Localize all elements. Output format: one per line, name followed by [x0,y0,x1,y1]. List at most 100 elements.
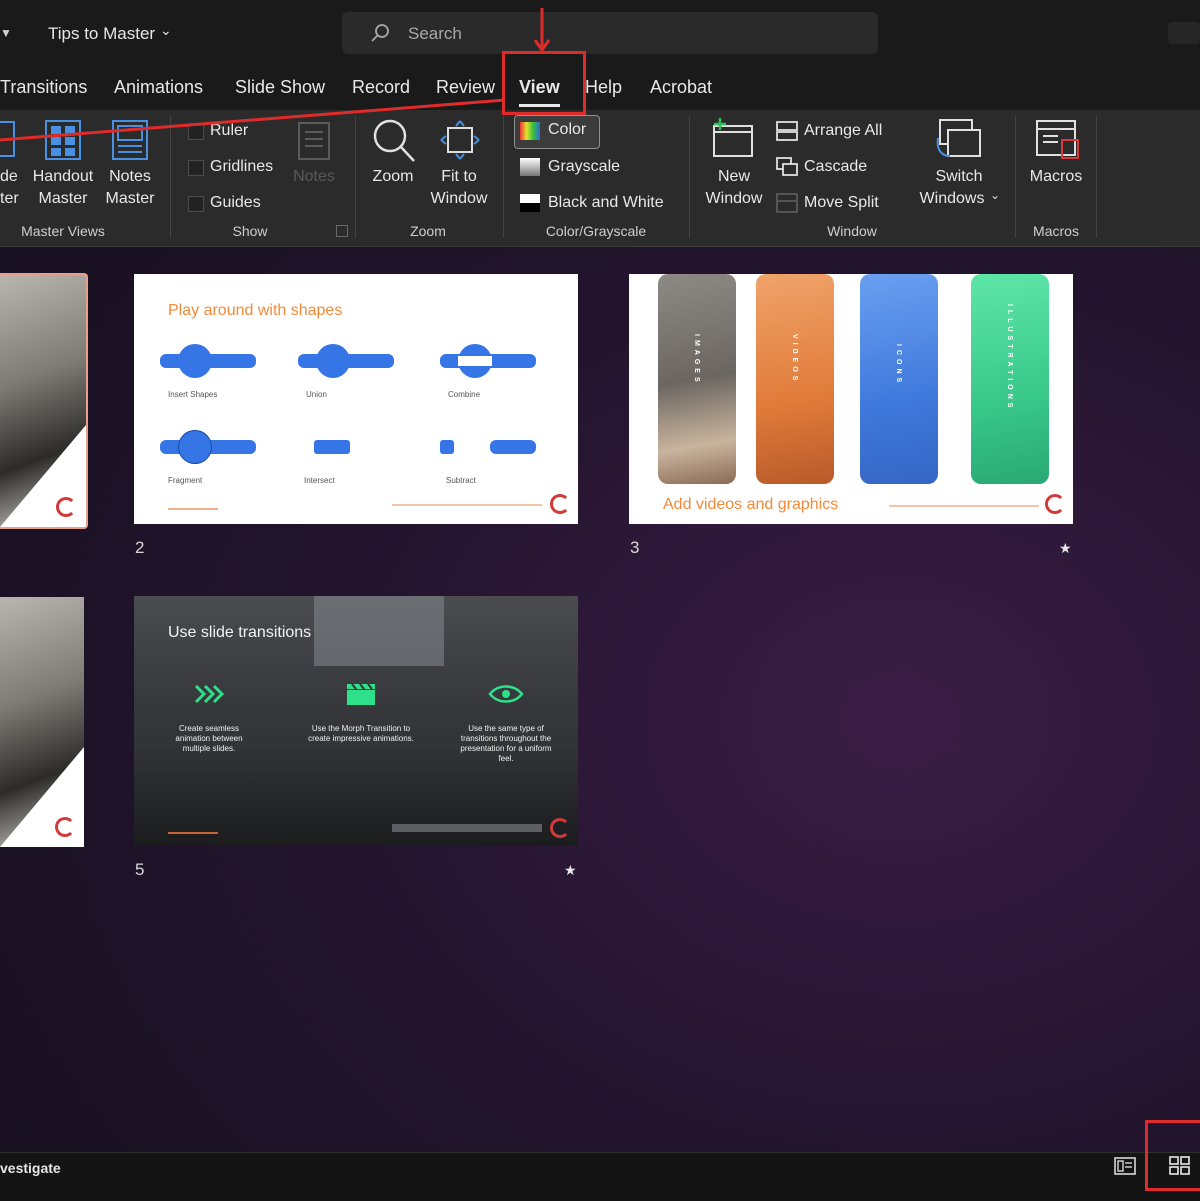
zoom-label: Zoom [372,168,414,185]
black-white-swatch-icon[interactable] [520,194,540,212]
guides-checkbox[interactable] [188,196,204,212]
logo-icon [1045,494,1065,514]
cascade-icon[interactable] [776,157,798,177]
grayscale-label[interactable]: Grayscale [548,158,620,176]
transition-item-text: Use the Morph Transition to create impre… [308,724,414,743]
document-title[interactable]: Tips to Master [48,24,155,44]
show-dialog-launcher-icon[interactable] [336,225,348,237]
strip-label: IMAGES [693,334,700,386]
slide-title: Add videos and graphics [663,496,839,513]
fit-to-window-label-1: Fit to [441,168,477,185]
guides-label: Guides [210,194,261,211]
group-separator [1015,116,1016,238]
logo-icon [550,818,570,838]
tab-review[interactable]: Review [436,77,495,98]
strip-label: VIDEOS [791,334,798,385]
group-label-zoom: Zoom [410,223,446,239]
transition-star-icon[interactable]: ★ [564,862,577,879]
arrange-all-label[interactable]: Arrange All [804,122,882,140]
strip-label: ILLUSTRATIONS [1006,304,1013,412]
tab-transitions[interactable]: Transitions [0,77,87,98]
arrange-all-icon[interactable] [776,121,798,141]
switch-windows-chevron-icon[interactable]: ⌄ [990,188,1000,202]
footer-line [168,508,218,510]
footer-nav [889,505,1039,507]
handout-master-label-1: Handout [32,168,94,185]
footer-nav [392,504,542,506]
color-swatch-icon [520,122,540,140]
notes-label: Notes [293,168,335,185]
new-window-icon[interactable] [708,116,756,160]
switch-windows-icon[interactable] [934,118,982,162]
transition-item-text: Create seamless animation between multip… [175,724,243,753]
notes-master-label-1: Notes [109,168,151,185]
group-separator [689,116,690,238]
status-bar [0,1152,1200,1201]
highlight-box-view-tab [502,51,586,115]
cascade-label[interactable]: Cascade [804,158,867,176]
chevrons-icon [194,684,224,704]
slide-master-label-1: de [0,168,18,185]
status-text[interactable]: vestigate [0,1160,61,1176]
grayscale-swatch-icon[interactable] [520,158,540,176]
slide-thumbnail-5[interactable]: Use slide transitions Create seamless an… [134,596,578,846]
account-area[interactable] [1168,22,1200,44]
switch-windows-label-2: Windows [919,190,985,207]
shape-caption: Intersect [304,476,335,485]
fit-to-window-label-2: Window [430,190,488,207]
slide-thumbnail-1[interactable] [0,273,88,529]
footer-nav [392,824,542,832]
footer-line [168,832,218,834]
notes-master-label-2: Master [105,190,155,207]
slide-number-2: 2 [135,538,145,557]
shape-caption: Subtract [446,476,476,485]
group-label-show: Show [232,223,268,239]
shape-circle [178,430,212,464]
pointer-line [0,98,506,142]
tab-record[interactable]: Record [352,77,410,98]
shape-bar [490,440,536,454]
projector-screen [314,596,444,666]
shape-circle [316,344,350,378]
move-split-icon[interactable] [776,193,798,213]
clapperboard-icon [347,683,375,705]
normal-view-icon[interactable] [1114,1157,1136,1175]
new-window-label-1: New [717,168,750,185]
shape-bar [440,440,454,454]
gridlines-checkbox[interactable] [188,160,204,176]
group-label-macros: Macros [1033,223,1079,239]
tab-animations[interactable]: Animations [114,77,203,98]
black-white-label[interactable]: Black and White [548,194,664,212]
shape-caption: Fragment [168,476,203,485]
group-label-master-views: Master Views [21,223,105,239]
logo-icon [55,817,75,837]
eye-icon [488,685,524,703]
tab-slide-show[interactable]: Slide Show [235,77,325,98]
switch-windows-label-1: Switch [935,168,983,185]
transition-item-text: Use the same type of transitions through… [460,724,552,763]
tab-help[interactable]: Help [585,77,622,98]
tab-acrobat[interactable]: Acrobat [650,77,712,98]
slide-thumbnail-3[interactable]: IMAGES VIDEOS ICONS ILLUSTRATIONS Add vi… [629,274,1073,524]
slide-master-label-2: ter [0,190,19,207]
shape-circle [178,344,212,378]
highlight-box-slide-sorter [1145,1120,1200,1191]
strip-label: ICONS [895,344,902,387]
move-split-label: Move Split [804,194,879,211]
gridlines-label: Gridlines [210,158,274,175]
down-arrow-icon [533,8,551,52]
shape-caption: Union [306,390,327,399]
group-label-window: Window [827,223,877,239]
shape-caption: Combine [448,390,481,399]
logo-icon [56,497,76,517]
macros-icon[interactable] [1036,120,1080,164]
transition-star-icon[interactable]: ★ [1059,540,1072,557]
slide-number-3: 3 [630,538,640,557]
search-placeholder: Search [408,24,462,43]
slide-thumbnail-2[interactable]: Play around with shapes Insert Shapes Un… [134,274,578,524]
qat-dropdown-icon[interactable]: ▼ [0,26,12,40]
chevron-down-icon[interactable]: ⌄ [160,22,172,39]
group-label-color-grayscale: Color/Grayscale [545,223,647,239]
group-separator [1096,116,1097,238]
slide-thumbnail-4[interactable] [0,597,84,847]
